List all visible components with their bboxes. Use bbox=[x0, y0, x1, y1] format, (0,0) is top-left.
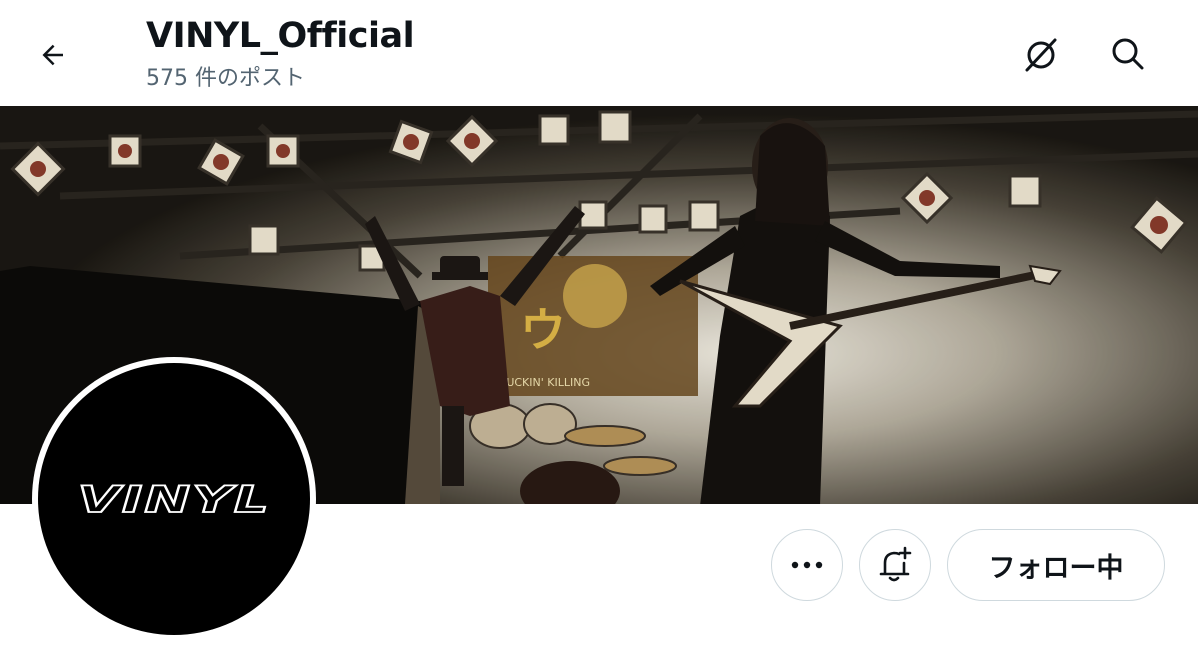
profile-header: VINYL_Official 575 件のポスト bbox=[0, 0, 1198, 106]
back-button[interactable] bbox=[30, 32, 76, 78]
more-dots-icon bbox=[791, 561, 823, 569]
vinyl-logo: VINYL bbox=[77, 477, 271, 522]
search-icon bbox=[1112, 38, 1144, 70]
grok-icon bbox=[1025, 38, 1057, 72]
grok-button[interactable] bbox=[1017, 30, 1065, 78]
following-label: フォロー中 bbox=[988, 552, 1124, 584]
avatar-frame[interactable]: VINYL bbox=[32, 357, 316, 641]
post-count: 575 件のポスト bbox=[146, 66, 305, 91]
bell-plus-icon bbox=[879, 546, 912, 582]
title-block: VINYL_Official 575 件のポスト bbox=[146, 14, 415, 94]
search-button[interactable] bbox=[1104, 30, 1152, 78]
page-title: VINYL_Official bbox=[146, 16, 415, 56]
logo-text: VINYL bbox=[78, 478, 271, 520]
notification-button[interactable] bbox=[859, 529, 931, 601]
arrow-left-icon bbox=[42, 44, 63, 66]
avatar: VINYL bbox=[38, 363, 310, 635]
following-button[interactable]: フォロー中 bbox=[947, 529, 1165, 601]
more-button[interactable] bbox=[771, 529, 843, 601]
